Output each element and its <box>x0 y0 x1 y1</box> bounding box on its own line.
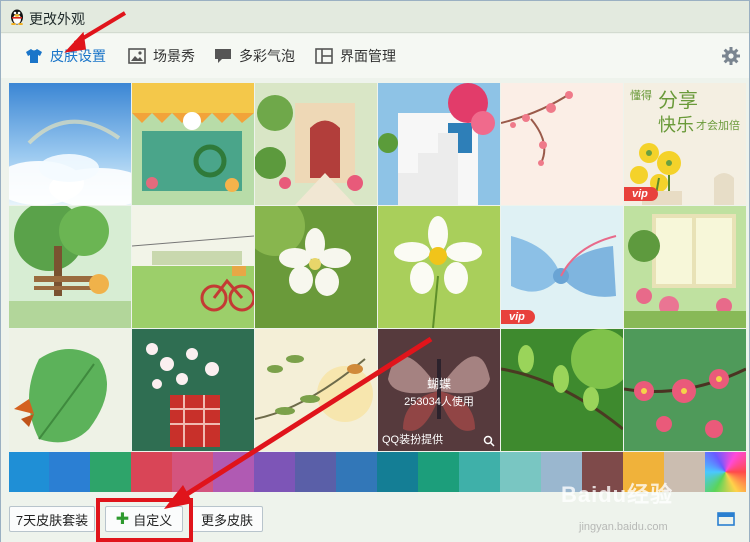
button-label: 7天皮肤套装 <box>15 512 89 528</box>
skin-tile-white-blossom[interactable] <box>255 206 377 328</box>
skin-thumbnail <box>9 83 131 205</box>
window-mode-icon[interactable] <box>717 511 735 527</box>
skin-tile-garden-shop[interactable] <box>132 83 254 205</box>
color-swatch[interactable] <box>172 452 213 492</box>
window-title: 更改外观 <box>29 11 85 27</box>
skin-tile-pink-flowers[interactable] <box>624 329 746 451</box>
baidu-watermark: Baidu经验 <box>561 482 674 507</box>
more-skins-button[interactable]: 更多皮肤 <box>191 506 263 532</box>
skin-tile-flower-alley[interactable] <box>255 83 377 205</box>
skin-thumbnail <box>255 329 377 451</box>
skin-thumbnail <box>132 329 254 451</box>
skin-thumbnail <box>378 206 500 328</box>
baidu-watermark-url: jingyan.baidu.com <box>579 521 668 533</box>
skin-tile-share-happiness[interactable]: 懂得 分享 快乐 才会加倍 vip <box>624 83 746 205</box>
skin-tile-plum-blossom[interactable] <box>501 83 623 205</box>
qq-penguin-icon <box>11 9 23 25</box>
skin-tile-cosmos-flower[interactable] <box>378 206 500 328</box>
title-bar[interactable]: 更改外观 <box>1 1 749 33</box>
layout-grid-icon <box>315 48 333 64</box>
skin-grid: 懂得 分享 快乐 才会加倍 vip vip 蝴蝶 253034人使用 QQ装扮提… <box>9 83 747 451</box>
color-swatch[interactable] <box>295 452 336 492</box>
color-swatch[interactable] <box>459 452 500 492</box>
color-swatch[interactable] <box>500 452 541 492</box>
tab-label: 界面管理 <box>340 48 396 64</box>
skin-tile-sky-clouds[interactable] <box>9 83 131 205</box>
skin-thumbnail <box>9 206 131 328</box>
tab-skin-settings[interactable]: 皮肤设置 <box>25 42 106 70</box>
tab-colorful-bubbles[interactable]: 多彩气泡 <box>214 42 295 70</box>
tab-interface-manage[interactable]: 界面管理 <box>315 42 396 70</box>
magnifier-icon[interactable] <box>483 435 495 447</box>
color-swatch[interactable] <box>90 452 131 492</box>
tab-scene-show[interactable]: 场景秀 <box>128 42 195 70</box>
skin-tile-butterfly[interactable]: 蝴蝶 253034人使用 QQ装扮提供 <box>378 329 500 451</box>
color-swatch[interactable] <box>418 452 459 492</box>
skin-thumbnail <box>255 206 377 328</box>
skin-thumbnail <box>132 83 254 205</box>
skin-thumbnail <box>624 206 746 328</box>
appearance-window: 更改外观 皮肤设置 场景秀 多彩气泡 界面管理 懂得 分享 快乐 才会加倍 vi… <box>0 0 750 542</box>
color-swatch[interactable] <box>254 452 295 492</box>
skin-thumbnail <box>9 329 131 451</box>
skin-tile-bicycle-field[interactable] <box>132 206 254 328</box>
vip-badge: vip <box>501 310 535 324</box>
speech-bubble-icon <box>215 49 231 63</box>
skin-name: 蝴蝶 <box>426 377 451 391</box>
highlight-box <box>96 498 193 542</box>
skin-tile-bird-branch[interactable] <box>255 329 377 451</box>
skin-tile-blue-bow[interactable]: vip <box>501 206 623 328</box>
skin-thumbnail <box>255 83 377 205</box>
skin-text: 才会加倍 <box>696 118 740 132</box>
skin-text: 快乐 <box>658 115 694 136</box>
color-swatch[interactable] <box>49 452 90 492</box>
skin-thumbnail <box>501 83 623 205</box>
seven-day-skin-button[interactable]: 7天皮肤套装 <box>9 506 95 532</box>
tab-bar: 皮肤设置 场景秀 多彩气泡 界面管理 <box>1 34 749 78</box>
skin-tile-blossom-pot[interactable] <box>132 329 254 451</box>
color-swatch[interactable] <box>213 452 254 492</box>
skin-thumbnail <box>501 329 623 451</box>
skin-text: 分享 <box>658 88 698 112</box>
skin-text: 懂得 <box>630 89 652 102</box>
skin-tile-white-stairs-flowers[interactable] <box>378 83 500 205</box>
skin-tile-green-sprout[interactable] <box>501 329 623 451</box>
color-swatch-custom[interactable] <box>705 452 746 492</box>
tab-label: 多彩气泡 <box>239 48 295 64</box>
color-swatch[interactable] <box>377 452 418 492</box>
skin-thumbnail <box>132 206 254 328</box>
skin-user-count: 253034人使用 <box>404 396 474 408</box>
tshirt-icon <box>26 49 42 63</box>
tab-label: 皮肤设置 <box>50 48 106 64</box>
picture-icon <box>128 48 146 64</box>
vip-badge: vip <box>624 187 658 201</box>
button-label: 更多皮肤 <box>200 512 253 528</box>
skin-provider: QQ装扮提供 <box>382 434 444 446</box>
color-swatch[interactable] <box>9 452 49 492</box>
skin-tile-window-roses[interactable] <box>624 206 746 328</box>
color-swatch[interactable] <box>336 452 377 492</box>
skin-tile-bench-tree[interactable] <box>9 206 131 328</box>
skin-thumbnail <box>624 329 746 451</box>
gear-icon[interactable] <box>721 46 741 66</box>
tab-label: 场景秀 <box>153 48 195 64</box>
color-swatch[interactable] <box>131 452 172 492</box>
skin-tile-green-leaf-butterfly[interactable] <box>9 329 131 451</box>
skin-thumbnail <box>378 83 500 205</box>
